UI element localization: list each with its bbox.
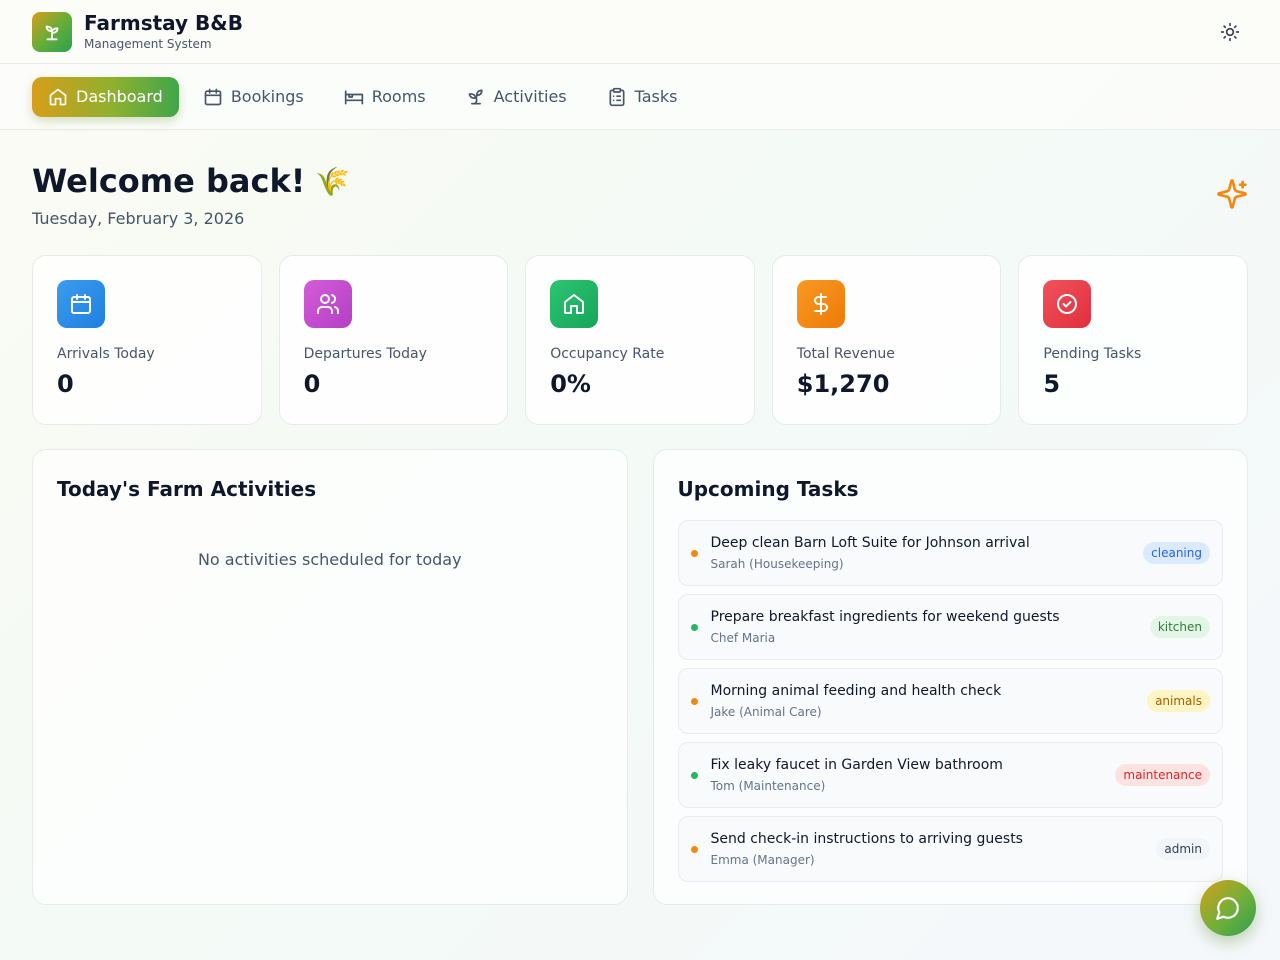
- panel-title: Upcoming Tasks: [677, 477, 859, 501]
- nav-rooms[interactable]: Rooms: [328, 77, 442, 117]
- current-date: Tuesday, February 3, 2026: [32, 209, 245, 228]
- task-title: Morning animal feeding and health check: [710, 683, 1002, 699]
- stats-row: Arrivals Today 0 Departures Today 0 Occu…: [32, 255, 1248, 425]
- nav-dashboard-label: Dashboard: [76, 87, 163, 106]
- calendar-icon: [57, 280, 105, 328]
- stat-card-occupancy[interactable]: Occupancy Rate 0%: [525, 255, 755, 425]
- nav-tasks[interactable]: Tasks: [591, 77, 694, 117]
- task-item[interactable]: Fix leaky faucet in Garden View bathroom…: [677, 742, 1223, 808]
- wheat-emoji: 🌾: [315, 164, 351, 198]
- stat-card-arrivals[interactable]: Arrivals Today 0: [32, 255, 262, 425]
- nav-activities-label: Activities: [493, 87, 567, 106]
- clipboard-icon: [609, 87, 625, 106]
- nav-bookings-label: Bookings: [230, 87, 304, 106]
- task-item[interactable]: Prepare breakfast ingredients for weeken…: [677, 594, 1223, 660]
- sparkles-icon: [1216, 178, 1248, 214]
- nav-tasks-label: Tasks: [634, 87, 678, 106]
- sprout-icon: [468, 89, 483, 104]
- nav-bookings[interactable]: Bookings: [187, 77, 320, 117]
- theme-toggle-button[interactable]: [1212, 14, 1248, 50]
- upcoming-tasks-panel: Upcoming Tasks Deep clean Barn Loft Suit…: [652, 449, 1248, 905]
- calendar-icon: [204, 88, 222, 105]
- stat-label: Departures Today: [303, 346, 427, 362]
- stat-value: 0: [303, 370, 321, 398]
- stat-card-pending-tasks[interactable]: Pending Tasks 5: [1018, 255, 1248, 425]
- app-subtitle: Management System: [84, 37, 212, 51]
- task-item[interactable]: Send check-in instructions to arriving g…: [677, 816, 1223, 882]
- priority-dot: [690, 771, 698, 779]
- page-title: Welcome back! 🌾: [32, 162, 1248, 200]
- main-nav: Dashboard Bookings Rooms Activities Task…: [0, 64, 1280, 130]
- stat-value: 0%: [550, 370, 591, 398]
- category-badge: admin: [1156, 838, 1210, 860]
- chat-icon: [1216, 897, 1239, 920]
- app-title: Farmstay B&B: [84, 11, 243, 35]
- task-title: Fix leaky faucet in Garden View bathroom: [710, 757, 1003, 773]
- panels-row: Today's Farm Activities No activities sc…: [32, 449, 1248, 905]
- bed-icon: [344, 89, 363, 104]
- farm-activities-panel: Today's Farm Activities No activities sc…: [32, 449, 628, 905]
- home-icon: [49, 88, 67, 105]
- category-badge: animals: [1147, 690, 1210, 712]
- task-assignee: Chef Maria: [710, 631, 776, 645]
- welcome-title: Welcome back!: [32, 162, 306, 200]
- task-item[interactable]: Deep clean Barn Loft Suite for Johnson a…: [677, 520, 1223, 586]
- stat-card-revenue[interactable]: Total Revenue $1,270: [771, 255, 1002, 425]
- task-assignee: Tom (Maintenance): [710, 779, 826, 793]
- nav-activities[interactable]: Activities: [450, 77, 583, 117]
- category-badge: kitchen: [1149, 616, 1210, 638]
- empty-state-text: No activities scheduled for today: [197, 550, 462, 569]
- stat-value: 0: [57, 370, 74, 398]
- sun-icon: [1220, 22, 1240, 41]
- stat-card-departures[interactable]: Departures Today 0: [278, 255, 509, 425]
- check-circle-icon: [1043, 280, 1092, 328]
- category-badge: cleaning: [1143, 542, 1210, 564]
- dollar-icon: [796, 280, 845, 328]
- priority-dot: [690, 845, 698, 853]
- nav-rooms-label: Rooms: [371, 87, 426, 106]
- priority-dot: [690, 549, 698, 557]
- stat-label: Total Revenue: [796, 346, 895, 362]
- task-list: Deep clean Barn Loft Suite for Johnson a…: [677, 520, 1223, 882]
- stat-label: Arrivals Today: [57, 346, 155, 362]
- stat-label: Pending Tasks: [1043, 346, 1142, 362]
- users-icon: [303, 280, 352, 328]
- task-assignee: Emma (Manager): [710, 853, 815, 867]
- stat-label: Occupancy Rate: [550, 346, 665, 362]
- task-assignee: Sarah (Housekeeping): [710, 557, 844, 571]
- task-title: Prepare breakfast ingredients for weeken…: [710, 609, 1060, 625]
- dashboard-main: Welcome back! 🌾 Tuesday, February 3, 202…: [0, 130, 1280, 905]
- task-title: Deep clean Barn Loft Suite for Johnson a…: [710, 535, 1030, 551]
- home-icon: [550, 280, 599, 328]
- chat-button[interactable]: [1200, 880, 1256, 936]
- sprout-icon: [32, 11, 72, 52]
- category-badge: maintenance: [1115, 764, 1210, 786]
- task-title: Send check-in instructions to arriving g…: [710, 831, 1023, 847]
- brand[interactable]: Farmstay B&B Management System: [32, 11, 243, 52]
- stat-value: $1,270: [796, 370, 890, 398]
- task-assignee: Jake (Animal Care): [710, 705, 822, 719]
- priority-dot: [690, 697, 698, 705]
- panel-title: Today's Farm Activities: [57, 477, 317, 501]
- priority-dot: [690, 623, 698, 631]
- task-item[interactable]: Morning animal feeding and health check …: [677, 668, 1223, 734]
- nav-dashboard[interactable]: Dashboard: [32, 76, 179, 117]
- stat-value: 5: [1043, 370, 1061, 398]
- app-header: Farmstay B&B Management System: [0, 0, 1280, 64]
